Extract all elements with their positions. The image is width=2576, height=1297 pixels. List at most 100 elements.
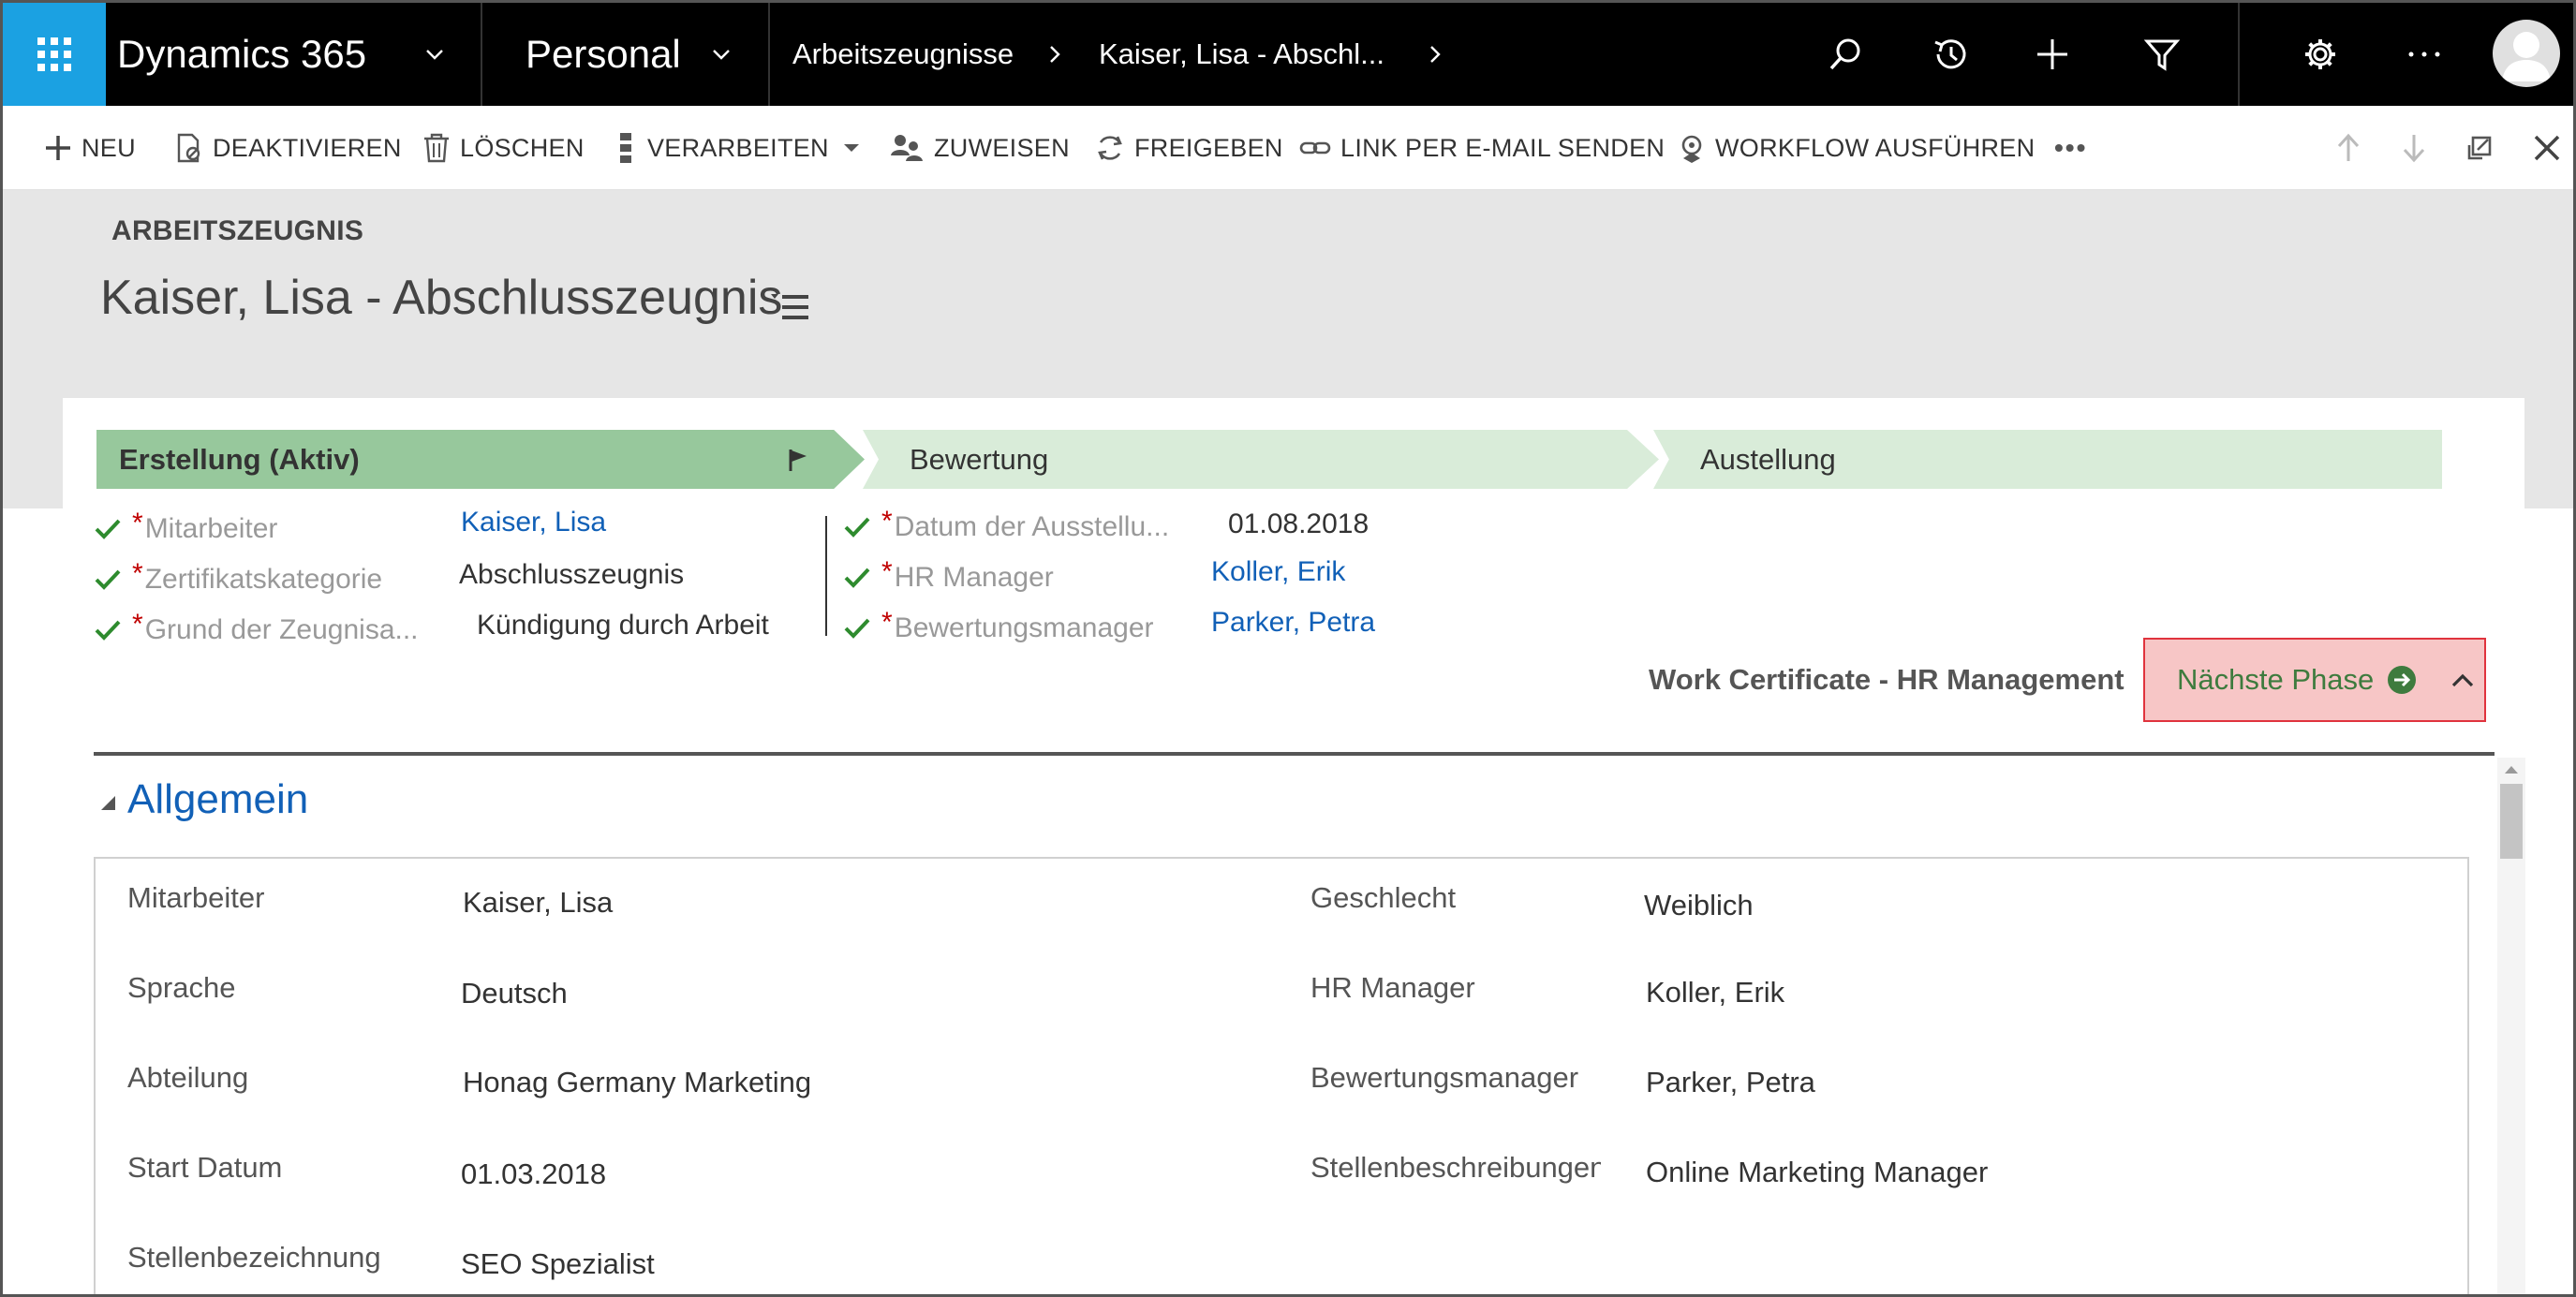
rating-manager-lookup[interactable]: Parker, Petra bbox=[1646, 1066, 1815, 1099]
reason-field[interactable]: Kündigung durch Arbeit bbox=[477, 610, 792, 641]
chevron-up-icon bbox=[2451, 673, 2474, 687]
command-bar: NEU DEAKTIVIEREN LÖSCHEN VERARBEITEN ZUW… bbox=[3, 106, 2573, 190]
issue-date-field[interactable]: 01.08.2018 bbox=[1228, 508, 1369, 540]
divider bbox=[94, 752, 2495, 756]
field-label: Zertifikatskategorie bbox=[144, 564, 383, 595]
field-label: Sprache bbox=[127, 971, 236, 1004]
chevron-down-icon[interactable] bbox=[424, 44, 445, 65]
check-icon bbox=[95, 569, 121, 590]
stage-bewertung[interactable]: Bewertung bbox=[863, 430, 1659, 489]
divider bbox=[481, 3, 482, 106]
collapse-triangle-icon[interactable] bbox=[99, 794, 116, 811]
chevron-right-icon[interactable] bbox=[1425, 44, 1445, 65]
process-name: Work Certificate - HR Management bbox=[1649, 663, 2124, 696]
job-title-field[interactable]: SEO Spezialist bbox=[461, 1247, 655, 1281]
arrow-up-icon[interactable] bbox=[2330, 129, 2367, 167]
app-name[interactable]: Dynamics 365 bbox=[117, 3, 366, 106]
breadcrumb-record[interactable]: Kaiser, Lisa - Abschl... bbox=[1099, 3, 1384, 106]
process-button[interactable]: VERARBEITEN bbox=[614, 106, 870, 190]
required-marker: * bbox=[881, 506, 893, 537]
hr-manager-lookup[interactable]: Koller, Erik bbox=[1646, 976, 1784, 1010]
chevron-down-icon[interactable] bbox=[711, 44, 732, 65]
share-icon bbox=[1098, 136, 1122, 160]
plus-icon bbox=[46, 136, 70, 160]
run-workflow-button[interactable]: WORKFLOW AUSFÜHREN bbox=[1678, 106, 2035, 190]
employee-lookup[interactable]: Kaiser, Lisa bbox=[463, 886, 613, 920]
breadcrumb-entity[interactable]: Arbeitszeugnisse bbox=[792, 3, 1014, 106]
process-field-row: * Bewertungsmanager bbox=[844, 607, 1154, 647]
scroll-up-icon[interactable] bbox=[2503, 761, 2520, 778]
department-lookup[interactable]: Honag Germany Marketing bbox=[463, 1066, 811, 1099]
app-window: Dynamics 365 Personal Arbeitszeugnisse K… bbox=[0, 0, 2576, 1297]
scrollbar[interactable] bbox=[2497, 758, 2525, 1294]
app-launcher-icon[interactable] bbox=[3, 3, 106, 106]
plus-icon[interactable] bbox=[2029, 31, 2076, 78]
email-link-button[interactable]: LINK PER E-MAIL SENDEN bbox=[1299, 106, 1665, 190]
stage-austellung[interactable]: Austellung bbox=[1653, 430, 2442, 489]
stage-label: Erstellung (Aktiv) bbox=[119, 442, 360, 476]
assign-icon bbox=[891, 135, 923, 161]
page-title: Kaiser, Lisa - Abschlusszeugnis bbox=[100, 271, 783, 325]
field-label: Abteilung bbox=[127, 1061, 249, 1094]
trash-icon bbox=[424, 133, 449, 163]
required-marker: * bbox=[132, 609, 143, 640]
next-phase-button[interactable]: Nächste Phase bbox=[2143, 638, 2486, 722]
language-field[interactable]: Deutsch bbox=[461, 977, 568, 1010]
section-title[interactable]: Allgemein bbox=[127, 776, 308, 823]
field-label: Geschlecht bbox=[1310, 881, 1457, 914]
field-label: HR Manager bbox=[894, 562, 1054, 593]
close-icon[interactable] bbox=[2528, 129, 2566, 167]
new-button-label: NEU bbox=[81, 133, 136, 162]
process-field-row: * HR Manager bbox=[844, 556, 1054, 597]
field-label: Start Datum bbox=[127, 1151, 283, 1184]
run-workflow-button-label: WORKFLOW AUSFÜHREN bbox=[1715, 133, 2036, 162]
open-new-window-icon[interactable] bbox=[2461, 129, 2498, 167]
link-icon bbox=[1299, 141, 1331, 155]
collapse-process-button[interactable] bbox=[2444, 662, 2481, 700]
filter-icon[interactable] bbox=[2139, 31, 2185, 78]
check-icon bbox=[844, 517, 870, 538]
recent-icon[interactable] bbox=[1927, 31, 1974, 78]
avatar[interactable] bbox=[2493, 20, 2560, 87]
field-label: Datum der Ausstellu... bbox=[894, 511, 1170, 542]
chevron-right-icon bbox=[1050, 46, 1060, 63]
gender-field[interactable]: Weiblich bbox=[1644, 889, 1754, 922]
employee-lookup[interactable]: Kaiser, Lisa bbox=[461, 507, 606, 538]
flag-icon bbox=[789, 450, 807, 471]
assign-button[interactable]: ZUWEISEN bbox=[889, 106, 1070, 190]
entity-label: ARBEITSZEUGNIS bbox=[111, 215, 364, 246]
assign-button-label: ZUWEISEN bbox=[934, 133, 1070, 162]
caret-down-icon bbox=[843, 144, 859, 152]
certificate-category-field[interactable]: Abschlusszeugnis bbox=[459, 559, 684, 591]
process-field-row: * Grund der Zeugnisa... bbox=[95, 609, 419, 649]
share-button-label: FREIGEBEN bbox=[1134, 133, 1283, 162]
next-phase-label: Nächste Phase bbox=[2177, 663, 2375, 696]
field-label: Bewertungsmanager bbox=[894, 612, 1154, 643]
process-field-row: * Datum der Ausstellu... bbox=[844, 506, 1170, 546]
arrow-right-circle-icon bbox=[2388, 666, 2417, 694]
deactivate-button[interactable]: DEAKTIVIEREN bbox=[175, 106, 402, 190]
arrow-down-icon[interactable] bbox=[2395, 129, 2433, 167]
gear-icon[interactable] bbox=[2297, 31, 2344, 78]
share-button[interactable]: FREIGEBEN bbox=[1095, 106, 1283, 190]
start-date-field[interactable]: 01.03.2018 bbox=[461, 1157, 606, 1191]
new-button[interactable]: NEU bbox=[44, 106, 136, 190]
process-field-row: * Zertifikatskategorie bbox=[95, 558, 383, 598]
rating-manager-lookup[interactable]: Parker, Petra bbox=[1211, 607, 1375, 639]
record-menu-icon[interactable] bbox=[771, 291, 810, 323]
search-icon[interactable] bbox=[1822, 31, 1869, 78]
hr-manager-lookup[interactable]: Koller, Erik bbox=[1211, 556, 1345, 588]
stage-erstellung[interactable]: Erstellung (Aktiv) bbox=[96, 430, 865, 489]
delete-button-label: LÖSCHEN bbox=[460, 133, 585, 162]
deactivate-button-label: DEAKTIVIEREN bbox=[213, 133, 402, 162]
job-description-lookup[interactable]: Online Marketing Manager bbox=[1646, 1156, 1988, 1189]
general-section-box bbox=[94, 857, 2469, 1294]
more-commands-button[interactable]: ••• bbox=[2054, 106, 2087, 190]
check-icon bbox=[95, 620, 121, 641]
scroll-thumb[interactable] bbox=[2500, 784, 2523, 859]
check-icon bbox=[95, 519, 121, 539]
field-label: Stellenbezeichnung bbox=[127, 1241, 381, 1274]
area-name[interactable]: Personal bbox=[526, 3, 681, 106]
delete-button[interactable]: LÖSCHEN bbox=[422, 106, 585, 190]
ellipsis-icon[interactable] bbox=[2401, 31, 2448, 78]
